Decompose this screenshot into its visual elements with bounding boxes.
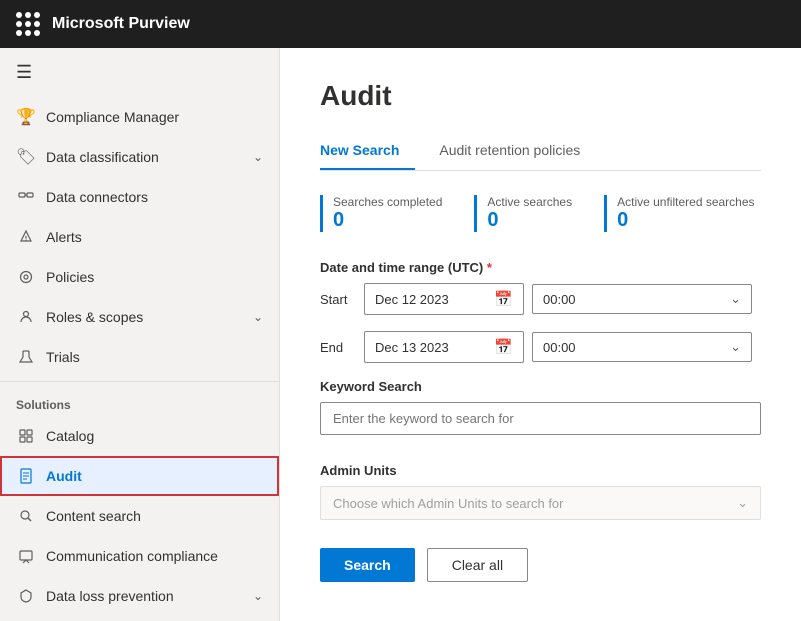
sidebar-item-trials[interactable]: Trials (0, 337, 279, 377)
sidebar-item-content-search[interactable]: Content search (0, 496, 279, 536)
sidebar-item-data-connectors[interactable]: Data connectors (0, 177, 279, 217)
sidebar-item-catalog[interactable]: Catalog (0, 416, 279, 456)
stat-active-searches-value: 0 (487, 209, 572, 232)
data-loss-prevention-icon (16, 586, 36, 606)
start-label: Start (320, 292, 356, 307)
clear-all-button[interactable]: Clear all (427, 548, 528, 582)
stats-row: Searches completed 0 Active searches 0 A… (320, 195, 761, 232)
communication-compliance-icon (16, 546, 36, 566)
app-title: Microsoft Purview (52, 15, 190, 33)
roles-scopes-icon (16, 307, 36, 327)
sidebar-item-label: Audit (46, 468, 82, 484)
sidebar-item-label: Alerts (46, 229, 82, 245)
sidebar-item-label: Trials (46, 349, 80, 365)
sidebar: ☰ 🏆 Compliance Manager 🏷 Data classifica… (0, 48, 280, 621)
stat-searches-completed-value: 0 (333, 209, 442, 232)
end-time-select[interactable]: 00:00 ⌄ (532, 332, 752, 362)
sidebar-item-label: Policies (46, 269, 94, 285)
stat-active-searches-label: Active searches (487, 195, 572, 209)
sidebar-item-label: Catalog (46, 428, 94, 444)
chevron-down-icon: ⌄ (253, 589, 263, 603)
admin-units-label: Admin Units (320, 463, 761, 478)
sidebar-item-label: Content search (46, 508, 141, 524)
content-search-icon (16, 506, 36, 526)
sidebar-item-data-loss-prevention[interactable]: Data loss prevention ⌄ (0, 576, 279, 616)
stat-active-unfiltered: Active unfiltered searches 0 (604, 195, 754, 232)
calendar-icon: 📅 (494, 338, 513, 356)
calendar-icon: 📅 (494, 290, 513, 308)
admin-units-select[interactable]: Choose which Admin Units to search for ⌄ (320, 486, 761, 520)
tab-new-search[interactable]: New Search (320, 132, 415, 170)
end-label: End (320, 340, 356, 355)
sidebar-item-label: Data connectors (46, 189, 148, 205)
sidebar-item-label: Data classification (46, 149, 159, 165)
keyword-search-input[interactable] (320, 402, 761, 435)
stat-active-unfiltered-label: Active unfiltered searches (617, 195, 754, 209)
start-date-input[interactable]: Dec 12 2023 📅 (364, 283, 524, 315)
sidebar-item-label: Communication compliance (46, 548, 218, 564)
tab-bar: New Search Audit retention policies (320, 132, 761, 171)
sidebar-divider (0, 381, 279, 382)
stat-searches-completed-label: Searches completed (333, 195, 442, 209)
sidebar-item-label: Roles & scopes (46, 309, 143, 325)
alerts-icon (16, 227, 36, 247)
sidebar-item-audit[interactable]: Audit (0, 456, 279, 496)
solutions-section-label: Solutions (0, 386, 279, 416)
audit-icon (16, 466, 36, 486)
chevron-down-icon: ⌄ (737, 495, 748, 511)
sidebar-item-label: Data loss prevention (46, 588, 174, 604)
stat-searches-completed: Searches completed 0 (320, 195, 442, 232)
chevron-down-icon: ⌄ (253, 150, 263, 164)
content-area: Audit New Search Audit retention policie… (280, 48, 801, 621)
start-date-row: Start Dec 12 2023 📅 00:00 ⌄ (320, 283, 761, 315)
page-title: Audit (320, 80, 761, 112)
sidebar-item-alerts[interactable]: Alerts (0, 217, 279, 257)
start-time-select[interactable]: 00:00 ⌄ (532, 284, 752, 314)
chevron-down-icon: ⌄ (253, 310, 263, 324)
admin-units-placeholder: Choose which Admin Units to search for (333, 496, 564, 511)
compliance-manager-icon: 🏆 (16, 107, 36, 127)
sidebar-item-label: Compliance Manager (46, 109, 179, 125)
main-layout: ☰ 🏆 Compliance Manager 🏷 Data classifica… (0, 48, 801, 621)
sidebar-item-policies[interactable]: Policies (0, 257, 279, 297)
trials-icon (16, 347, 36, 367)
action-buttons: Search Clear all (320, 548, 761, 582)
catalog-icon (16, 426, 36, 446)
sidebar-item-roles-scopes[interactable]: Roles & scopes ⌄ (0, 297, 279, 337)
chevron-down-icon: ⌄ (730, 339, 741, 355)
sidebar-item-data-classification[interactable]: 🏷 Data classification ⌄ (0, 137, 279, 177)
hamburger-button[interactable]: ☰ (0, 48, 279, 97)
policies-icon (16, 267, 36, 287)
end-date-input[interactable]: Dec 13 2023 📅 (364, 331, 524, 363)
stat-active-unfiltered-value: 0 (617, 209, 754, 232)
search-button[interactable]: Search (320, 548, 415, 582)
end-date-row: End Dec 13 2023 📅 00:00 ⌄ (320, 331, 761, 363)
sidebar-item-compliance-manager[interactable]: 🏆 Compliance Manager (0, 97, 279, 137)
keyword-search-label: Keyword Search (320, 379, 761, 394)
top-bar: Microsoft Purview (0, 0, 801, 48)
stat-active-searches: Active searches 0 (474, 195, 572, 232)
data-connectors-icon (16, 187, 36, 207)
sidebar-item-communication-compliance[interactable]: Communication compliance (0, 536, 279, 576)
date-time-label: Date and time range (UTC) * (320, 260, 761, 275)
data-classification-icon: 🏷 (16, 147, 36, 167)
tab-audit-retention[interactable]: Audit retention policies (439, 132, 596, 170)
app-launcher-icon[interactable] (16, 12, 40, 36)
chevron-down-icon: ⌄ (730, 291, 741, 307)
